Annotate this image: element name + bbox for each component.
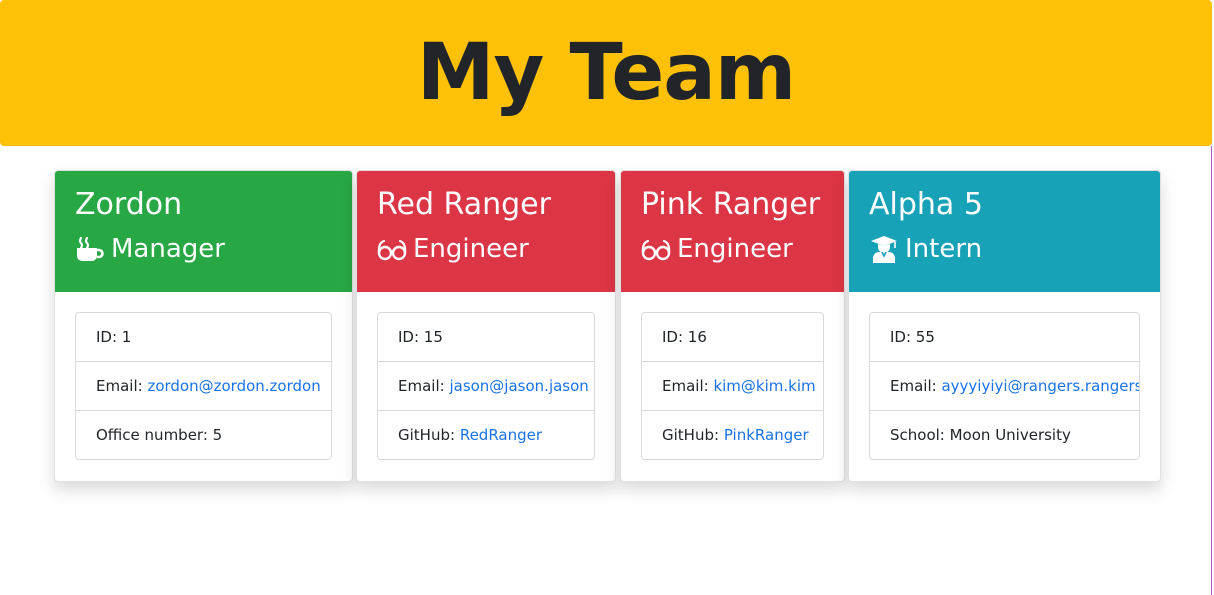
email-link[interactable]: jason@jason.jason xyxy=(449,377,588,395)
mug-icon xyxy=(75,234,105,264)
role-label: Engineer xyxy=(413,234,529,264)
card-body: ID: 55 Email: ayyyiyiyi@rangers.rangers … xyxy=(849,292,1160,480)
github-link[interactable]: PinkRanger xyxy=(724,426,809,444)
page: My Team Zordon Manager ID: 1 Email: zord… xyxy=(0,0,1214,595)
glasses-icon xyxy=(641,234,671,264)
employee-card-zordon: Zordon Manager ID: 1 Email: zordon@zordo… xyxy=(54,170,353,482)
office-number-item: Office number: 5 xyxy=(96,426,223,444)
graduate-icon xyxy=(869,234,899,264)
employee-role: Manager xyxy=(75,233,332,265)
page-header: My Team xyxy=(0,0,1212,146)
email-label: Email: xyxy=(96,377,143,395)
info-list: ID: 1 Email: zordon@zordon.zordon Office… xyxy=(75,312,332,460)
card-body: ID: 16 Email: kim@kim.kim GitHub: PinkRa… xyxy=(621,292,844,480)
card-header: Pink Ranger Engineer xyxy=(621,171,844,292)
employee-role: Engineer xyxy=(641,233,824,265)
id-item: ID: 15 xyxy=(378,313,594,362)
card-header: Red Ranger Engineer xyxy=(357,171,615,292)
email-item: Email: ayyyiyiyi@rangers.rangers xyxy=(870,362,1139,411)
employee-name: Red Ranger xyxy=(377,187,551,222)
employee-role: Intern xyxy=(869,233,1140,265)
employee-name: Alpha 5 xyxy=(869,187,983,222)
id-item: ID: 55 xyxy=(870,313,1139,362)
info-list: ID: 15 Email: jason@jason.jason GitHub: … xyxy=(377,312,595,460)
email-label: Email: xyxy=(890,377,937,395)
glasses-icon xyxy=(377,234,407,264)
edge-line xyxy=(1211,146,1212,595)
role-label: Manager xyxy=(111,234,225,264)
card-header: Zordon Manager xyxy=(55,171,352,292)
github-label: GitHub: xyxy=(398,426,456,444)
school-item: School: Moon University xyxy=(890,426,1071,444)
role-label: Intern xyxy=(905,234,983,264)
card-header: Alpha 5 Intern xyxy=(849,171,1160,292)
employee-name: Zordon xyxy=(75,187,183,222)
employee-role: Engineer xyxy=(377,233,595,265)
email-item: Email: zordon@zordon.zordon xyxy=(76,362,331,411)
card-body: ID: 1 Email: zordon@zordon.zordon Office… xyxy=(55,292,352,480)
email-link[interactable]: zordon@zordon.zordon xyxy=(147,377,320,395)
role-label: Engineer xyxy=(677,234,793,264)
email-item: Email: jason@jason.jason xyxy=(378,362,594,411)
email-label: Email: xyxy=(398,377,445,395)
employee-card-alpha-5: Alpha 5 Intern ID: 55 Email: ayyyiyiyi@r… xyxy=(848,170,1161,482)
card-body: ID: 15 Email: jason@jason.jason GitHub: … xyxy=(357,292,615,480)
github-item: GitHub: RedRanger xyxy=(378,411,594,459)
employee-card-red-ranger: Red Ranger Engineer ID: 15 Email: jason@… xyxy=(356,170,616,482)
email-label: Email: xyxy=(662,377,709,395)
info-list: ID: 16 Email: kim@kim.kim GitHub: PinkRa… xyxy=(641,312,824,460)
github-item: GitHub: PinkRanger xyxy=(642,411,823,459)
email-link[interactable]: kim@kim.kim xyxy=(713,377,815,395)
employee-card-pink-ranger: Pink Ranger Engineer ID: 16 Email: kim@k… xyxy=(620,170,845,482)
page-title: My Team xyxy=(416,28,796,118)
github-link[interactable]: RedRanger xyxy=(460,426,542,444)
id-item: ID: 16 xyxy=(642,313,823,362)
employee-name: Pink Ranger xyxy=(641,187,821,222)
email-link[interactable]: ayyyiyiyi@rangers.rangers xyxy=(941,377,1139,395)
info-list: ID: 55 Email: ayyyiyiyi@rangers.rangers … xyxy=(869,312,1140,460)
email-item: Email: kim@kim.kim xyxy=(642,362,823,411)
id-item: ID: 1 xyxy=(76,313,331,362)
github-label: GitHub: xyxy=(662,426,720,444)
